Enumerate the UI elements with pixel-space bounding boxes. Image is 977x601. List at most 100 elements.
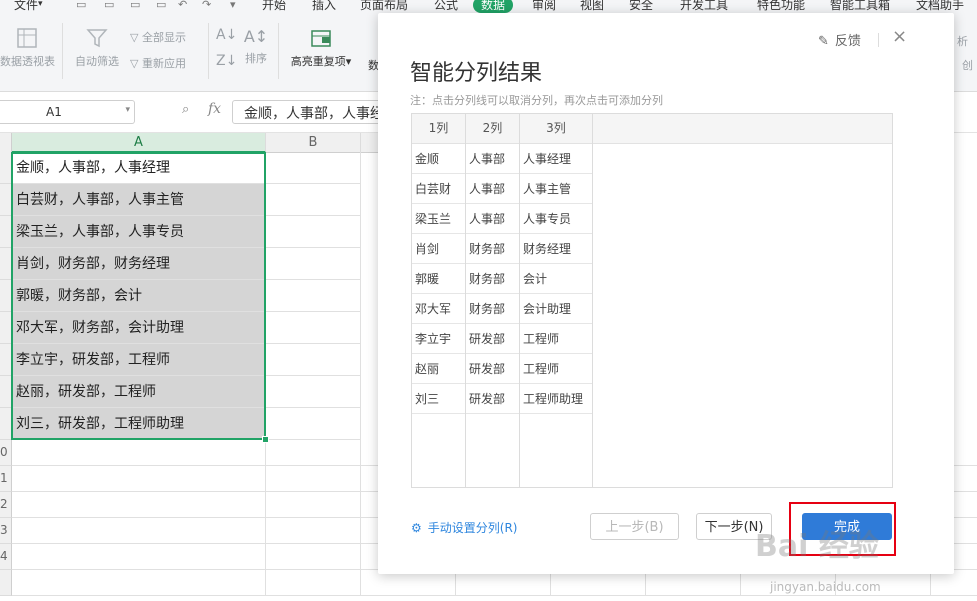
- empty-cell[interactable]: [266, 492, 361, 518]
- menu-smart-toolbox[interactable]: 智能工具箱: [830, 0, 890, 13]
- formula-input[interactable]: 金顺，人事部，人事经理: [232, 100, 394, 124]
- row-header[interactable]: [0, 280, 12, 312]
- row-header[interactable]: [0, 152, 12, 184]
- row-header[interactable]: [0, 312, 12, 344]
- cell-b[interactable]: [266, 376, 361, 408]
- cell-b[interactable]: [266, 248, 361, 280]
- row-header[interactable]: 2: [0, 492, 12, 518]
- menu-formula[interactable]: 公式: [434, 0, 458, 13]
- cell-a[interactable]: 郭暖，财务部，会计: [12, 280, 266, 312]
- autofilter-button[interactable]: 自动筛选: [72, 27, 122, 69]
- create-partial[interactable]: 创: [962, 57, 973, 73]
- reapply-button[interactable]: ▽ 重新应用: [130, 55, 186, 71]
- analysis-partial[interactable]: 析: [957, 33, 968, 49]
- column-header[interactable]: [361, 133, 379, 153]
- menu-bar: 文件 ▾ ▭ ▭ ▭ ▭ ↶ ↷ ▾ 开始 插入 页面布局 公式 数据 审阅 视…: [0, 0, 977, 13]
- chevron-down-icon[interactable]: ▾: [125, 105, 130, 115]
- cell-b[interactable]: [266, 312, 361, 344]
- cell-a[interactable]: 白芸财，人事部，人事主管: [12, 184, 266, 216]
- menu-security[interactable]: 安全: [629, 0, 653, 13]
- preview-cell: 工程师: [520, 324, 592, 354]
- dialog-title: 智能分列结果: [410, 61, 543, 86]
- row-header[interactable]: [0, 344, 12, 376]
- show-all-button[interactable]: ▽ 全部显示: [130, 29, 186, 45]
- empty-cell[interactable]: [12, 544, 266, 570]
- select-all-corner[interactable]: [0, 133, 12, 153]
- menu-features[interactable]: 特色功能: [757, 0, 805, 13]
- cell-a[interactable]: 金顺，人事部，人事经理: [12, 152, 266, 184]
- name-box[interactable]: A1 ▾: [0, 100, 135, 124]
- zoom-icon[interactable]: ⌕: [182, 102, 189, 117]
- menu-file[interactable]: 文件: [14, 0, 38, 13]
- menu-page-layout[interactable]: 页面布局: [360, 0, 408, 13]
- sort-button[interactable]: A↕ 排序: [240, 27, 272, 66]
- menu-developer[interactable]: 开发工具: [680, 0, 728, 13]
- cell-b[interactable]: [266, 216, 361, 248]
- empty-cell[interactable]: [266, 570, 361, 596]
- preview-cell: 李立宇: [412, 324, 465, 354]
- empty-cell[interactable]: [12, 440, 266, 466]
- empty-cell[interactable]: [12, 518, 266, 544]
- menu-review[interactable]: 审阅: [532, 0, 556, 13]
- pivot-table-button[interactable]: 数据透视表: [0, 27, 55, 69]
- print-icon[interactable]: ▭: [104, 0, 114, 11]
- row-header[interactable]: 4: [0, 544, 12, 570]
- sort-desc-icon[interactable]: Z↓: [216, 53, 237, 69]
- cell-a[interactable]: 刘三，研发部，工程师助理: [12, 408, 266, 440]
- row-header[interactable]: [0, 408, 12, 440]
- close-icon[interactable]: ×: [892, 26, 907, 47]
- highlight-duplicates-button[interactable]: 高亮重复项▾: [286, 27, 356, 69]
- highlight-duplicates-label: 高亮重复项: [290, 55, 346, 68]
- menu-home[interactable]: 开始: [262, 0, 286, 13]
- preview-cell: 人事部: [466, 204, 519, 234]
- format-painter-icon[interactable]: ▭: [156, 0, 166, 11]
- row-header[interactable]: [0, 216, 12, 248]
- empty-cell[interactable]: [12, 492, 266, 518]
- cell-a[interactable]: 赵丽，研发部，工程师: [12, 376, 266, 408]
- row-header[interactable]: [0, 376, 12, 408]
- more-icon[interactable]: ▾: [230, 0, 236, 11]
- cell-b[interactable]: [266, 280, 361, 312]
- column-header-a[interactable]: A: [12, 133, 266, 153]
- cell-a[interactable]: 梁玉兰，人事部，人事专员: [12, 216, 266, 248]
- empty-cell[interactable]: [12, 466, 266, 492]
- prev-step-button[interactable]: 上一步(B): [590, 513, 679, 540]
- cell-b[interactable]: [266, 344, 361, 376]
- cell-a[interactable]: 肖剑，财务部，财务经理: [12, 248, 266, 280]
- sort-asc-icon[interactable]: A↓: [216, 27, 237, 43]
- row-header[interactable]: [0, 570, 12, 596]
- row-header[interactable]: 0: [0, 440, 12, 466]
- manual-split-link[interactable]: ⚙ 手动设置分列(R): [411, 519, 517, 536]
- menu-doc-assistant[interactable]: 文档助手: [916, 0, 964, 13]
- preview-cell: 工程师助理: [520, 384, 592, 414]
- cell-a[interactable]: 李立宇，研发部，工程师: [12, 344, 266, 376]
- row-header[interactable]: 3: [0, 518, 12, 544]
- empty-cell[interactable]: [266, 440, 361, 466]
- preview-cell: 金顺: [412, 144, 465, 174]
- column-header-b[interactable]: B: [266, 133, 361, 153]
- cell-a[interactable]: 邓大军，财务部，会计助理: [12, 312, 266, 344]
- empty-cell[interactable]: [12, 570, 266, 596]
- row-header[interactable]: [0, 184, 12, 216]
- menu-insert[interactable]: 插入: [312, 0, 336, 13]
- menu-view[interactable]: 视图: [580, 0, 604, 13]
- row-header[interactable]: 1: [0, 466, 12, 492]
- print-preview-icon[interactable]: ▭: [130, 0, 140, 11]
- row-header[interactable]: [0, 248, 12, 280]
- undo-icon[interactable]: ↶: [178, 0, 187, 11]
- empty-cell[interactable]: [266, 518, 361, 544]
- cell-b[interactable]: [266, 152, 361, 184]
- feedback-button[interactable]: ✎ 反馈: [818, 30, 861, 49]
- cell-b[interactable]: [266, 184, 361, 216]
- empty-cell[interactable]: [266, 466, 361, 492]
- preview-cell: 财务经理: [520, 234, 592, 264]
- menu-data[interactable]: 数据: [473, 0, 514, 13]
- empty-cell[interactable]: [266, 544, 361, 570]
- redo-icon[interactable]: ↷: [202, 0, 211, 11]
- chevron-down-icon[interactable]: ▾: [38, 0, 43, 9]
- save-icon[interactable]: ▭: [76, 0, 86, 11]
- fx-label[interactable]: fx: [208, 101, 221, 117]
- preview-col-header: 3列: [520, 114, 592, 144]
- fill-handle[interactable]: [262, 436, 269, 443]
- cell-b[interactable]: [266, 408, 361, 440]
